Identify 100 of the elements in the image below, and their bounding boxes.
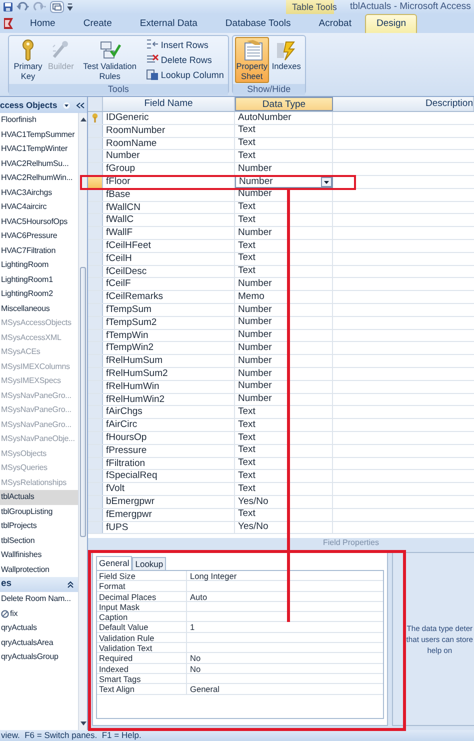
- data-type-cell[interactable]: Text: [235, 138, 333, 150]
- ribbon-button[interactable]: Delete Rows: [144, 53, 226, 67]
- nav-item[interactable]: HVAC3Airchgs: [0, 186, 78, 200]
- data-type-cell[interactable]: AutoNumber: [235, 112, 333, 124]
- nav-item[interactable]: Delete Room Nam...: [0, 592, 78, 606]
- column-header[interactable]: Description: [333, 97, 474, 111]
- field-name-cell[interactable]: fUPS: [103, 522, 235, 534]
- field-name-cell[interactable]: fVolt: [103, 483, 235, 495]
- nav-item[interactable]: HVAC6Pressure: [0, 229, 78, 244]
- field-name-cell[interactable]: fAirChgs: [103, 406, 235, 418]
- nav-item[interactable]: qryActualsArea: [0, 636, 78, 650]
- ribbon-button[interactable]: Property Sheet: [234, 37, 269, 83]
- nav-item[interactable]: HVAC4aircirc: [0, 200, 78, 214]
- nav-item[interactable]: HVAC2RelhumWin...: [0, 171, 78, 186]
- data-type-cell[interactable]: Number: [235, 176, 333, 188]
- nav-item[interactable]: HVAC2RelhumSu...: [0, 156, 78, 171]
- nav-item[interactable]: Miscellaneous: [0, 302, 78, 316]
- ribbon-tab[interactable]: Database Tools: [217, 14, 299, 33]
- ribbon-button[interactable]: Test Validation Rules: [76, 37, 143, 83]
- data-type-cell[interactable]: Text: [235, 124, 333, 137]
- field-name-cell[interactable]: fWallF: [103, 227, 235, 239]
- field-name-cell[interactable]: fWallC: [103, 214, 235, 226]
- ribbon-tab[interactable]: External Data: [132, 14, 206, 33]
- nav-item[interactable]: qryActualsGroup: [0, 650, 78, 664]
- field-name-cell[interactable]: fPressure: [103, 444, 235, 457]
- view-icon[interactable]: [50, 1, 64, 13]
- nav-item[interactable]: LightingRoom2: [0, 287, 78, 302]
- collapse-icon[interactable]: [67, 581, 74, 588]
- field-name-cell[interactable]: fRelHumWin2: [103, 394, 235, 406]
- nav-item[interactable]: tblProjects: [0, 519, 78, 534]
- dropdown-icon[interactable]: [63, 102, 70, 108]
- dropdown-icon[interactable]: [321, 176, 332, 187]
- nav-item[interactable]: HVAC1TempSummer: [0, 128, 78, 142]
- property-value[interactable]: 1: [187, 622, 383, 632]
- nav-item[interactable]: HVAC1TempWinter: [0, 142, 78, 156]
- scroll-up-icon[interactable]: [80, 117, 86, 122]
- ribbon-button[interactable]: Indexes: [270, 37, 303, 83]
- data-type-cell[interactable]: Text: [235, 150, 333, 162]
- field-name-cell[interactable]: fRelHumSum2: [103, 368, 235, 380]
- field-name-cell[interactable]: fTempSum: [103, 304, 235, 316]
- field-name-cell[interactable]: fCeilRemarks: [103, 291, 235, 303]
- nav-item[interactable]: HVAC7Filtration: [0, 244, 78, 258]
- property-value[interactable]: No: [187, 664, 383, 673]
- nav-item[interactable]: LightingRoom1: [0, 272, 78, 287]
- property-value[interactable]: Auto: [187, 592, 383, 601]
- nav-item[interactable]: qryActuals: [0, 621, 78, 636]
- app-logo-icon[interactable]: [2, 17, 14, 30]
- field-name-cell[interactable]: fFiltration: [103, 458, 235, 470]
- ribbon-button[interactable]: Insert Rows: [144, 38, 226, 52]
- ribbon-tab[interactable]: Home: [22, 14, 64, 33]
- field-name-cell[interactable]: RoomNumber: [103, 124, 235, 137]
- field-name-cell[interactable]: fRelHumSum: [103, 355, 235, 367]
- field-name-cell[interactable]: fTempWin2: [103, 342, 235, 354]
- nav-item[interactable]: Floorfinish: [0, 113, 78, 128]
- scroll-thumb[interactable]: [80, 267, 86, 537]
- nav-item[interactable]: fix: [0, 606, 78, 621]
- property-value[interactable]: Long Integer: [187, 571, 383, 580]
- nav-item[interactable]: LightingRoom: [0, 258, 78, 272]
- data-type-cell[interactable]: Number: [235, 163, 333, 175]
- field-name-cell[interactable]: bEmergpwr: [103, 496, 235, 508]
- field-name-cell[interactable]: fEmergpwr: [103, 508, 235, 520]
- column-header[interactable]: Data Type: [235, 97, 333, 111]
- property-value[interactable]: General: [187, 684, 383, 694]
- dropdown-icon[interactable]: [67, 3, 73, 11]
- ribbon-tab[interactable]: Acrobat: [310, 14, 360, 33]
- field-name-cell[interactable]: fCeilH: [103, 252, 235, 265]
- field-name-cell[interactable]: fTempSum2: [103, 316, 235, 329]
- ribbon-tab[interactable]: Design: [365, 14, 418, 33]
- ribbon-tab[interactable]: Create: [75, 14, 120, 33]
- nav-item[interactable]: Wallprotection: [0, 562, 78, 577]
- field-name-cell[interactable]: fTempWin: [103, 330, 235, 342]
- nav-item[interactable]: tblSection: [0, 534, 78, 548]
- nav-item[interactable]: HVAC5HoursofOps: [0, 214, 78, 229]
- nav-item[interactable]: tblGroupListing: [0, 504, 78, 519]
- collapse-icon[interactable]: [76, 102, 85, 108]
- undo-icon[interactable]: [16, 2, 30, 12]
- field-name-cell[interactable]: IDGeneric: [103, 112, 235, 124]
- save-icon[interactable]: [3, 2, 13, 12]
- field-name-cell[interactable]: fRelHumWin: [103, 380, 235, 393]
- field-name-cell[interactable]: fGroup: [103, 163, 235, 175]
- field-name-cell[interactable]: fCeilF: [103, 278, 235, 290]
- scrollbar[interactable]: [78, 113, 87, 730]
- select-all-cell[interactable]: [88, 97, 103, 111]
- field-name-cell[interactable]: fSpecialReq: [103, 470, 235, 482]
- property-value[interactable]: No: [187, 653, 383, 663]
- field-name-cell[interactable]: fAirCirc: [103, 419, 235, 431]
- field-name-cell[interactable]: fHoursOp: [103, 432, 235, 444]
- ribbon-button[interactable]: Primary Key: [11, 37, 45, 83]
- field-name-cell[interactable]: RoomName: [103, 138, 235, 150]
- nav-item[interactable]: Wallfinishes: [0, 548, 78, 562]
- nav-item[interactable]: tblActuals: [0, 490, 78, 504]
- property-tab[interactable]: Lookup: [132, 557, 166, 570]
- field-name-cell[interactable]: fFloor: [103, 176, 235, 188]
- scroll-down-icon[interactable]: [80, 721, 86, 726]
- ribbon-button[interactable]: Lookup Column: [144, 68, 226, 82]
- property-tab[interactable]: General: [96, 556, 132, 570]
- field-name-cell[interactable]: Number: [103, 150, 235, 162]
- field-name-cell[interactable]: fWallCN: [103, 202, 235, 214]
- field-name-cell[interactable]: fBase: [103, 188, 235, 201]
- field-name-cell[interactable]: fCeilHFeet: [103, 240, 235, 252]
